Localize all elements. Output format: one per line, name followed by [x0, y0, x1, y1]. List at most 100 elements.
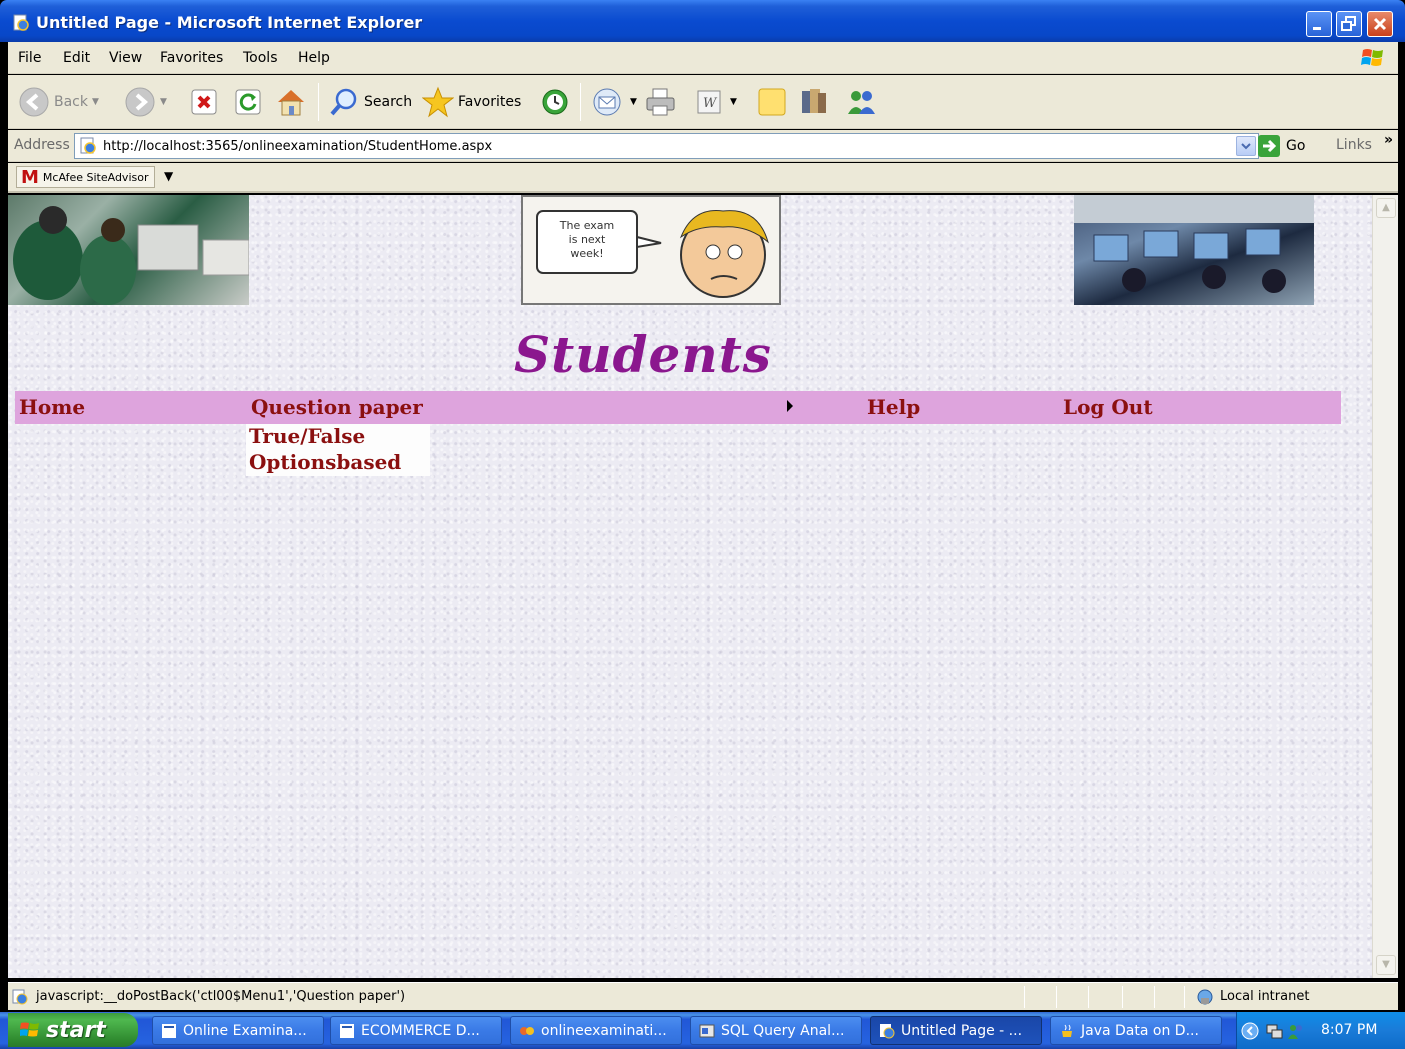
svg-text:W: W — [703, 96, 718, 111]
word-doc-icon — [162, 1024, 176, 1038]
status-bar: javascript:__doPostBack('ctl00$Menu1','Q… — [8, 982, 1398, 1010]
mail-icon — [593, 88, 621, 116]
task-label: onlineexaminati... — [541, 1022, 667, 1039]
search-button[interactable]: Search — [328, 85, 412, 119]
links-chevron-icon[interactable]: » — [1384, 132, 1393, 148]
clock: 8:07 PM — [1321, 1022, 1378, 1038]
back-arrow-icon — [19, 87, 49, 117]
taskbar: start Online Examina... ECOMMERCE D... o… — [0, 1012, 1405, 1049]
close-button[interactable] — [1367, 11, 1393, 37]
ie-page-icon — [13, 14, 29, 31]
menu-view[interactable]: View — [109, 50, 142, 66]
note-icon — [758, 88, 786, 116]
task-ecommerce[interactable]: ECOMMERCE D... — [330, 1016, 502, 1045]
nav-question-paper[interactable]: Question paper — [251, 395, 423, 419]
submenu-arrow-icon — [787, 400, 793, 412]
back-button[interactable]: Back ▼ — [18, 85, 99, 119]
page-heading: Students — [514, 325, 772, 384]
mcafee-label: McAfee SiteAdvisor — [42, 170, 149, 184]
forward-button[interactable]: ▼ — [124, 85, 167, 119]
task-online-examination[interactable]: Online Examina... — [152, 1016, 324, 1045]
chevron-down-icon — [1241, 143, 1251, 150]
menu-help[interactable]: Help — [298, 50, 330, 66]
restore-button[interactable] — [1336, 11, 1362, 37]
task-label: Online Examina... — [183, 1022, 307, 1039]
nav-logout[interactable]: Log Out — [1063, 395, 1153, 419]
tray-collapse-icon[interactable] — [1241, 1022, 1259, 1040]
exam-cartoon-image: The exam is next week! — [521, 195, 781, 305]
page-icon — [80, 137, 96, 154]
forward-arrow-icon — [125, 87, 155, 117]
menu-edit[interactable]: Edit — [63, 50, 90, 66]
home-icon — [278, 90, 304, 116]
task-java-data[interactable]: Java Data on D... — [1050, 1016, 1222, 1045]
nav-home[interactable]: Home — [19, 395, 85, 419]
research-button[interactable] — [798, 85, 830, 119]
sql-icon — [699, 1024, 715, 1038]
scroll-up-icon[interactable]: ▲ — [1376, 198, 1396, 218]
messenger-icon — [848, 91, 875, 114]
home-button[interactable] — [274, 85, 308, 119]
task-sql-query-analyzer[interactable]: SQL Query Anal... — [690, 1016, 862, 1045]
question-paper-submenu: True/False Optionsbased — [246, 424, 430, 476]
edit-dropdown-icon[interactable]: ▼ — [730, 97, 737, 107]
links-label[interactable]: Links — [1336, 137, 1372, 153]
status-text: javascript:__doPostBack('ctl00$Menu1','Q… — [36, 989, 406, 1004]
refresh-icon — [235, 89, 261, 115]
task-untitled-page[interactable]: Untitled Page - ... — [870, 1016, 1042, 1045]
menu-file[interactable]: File — [18, 50, 41, 66]
address-url[interactable]: http://localhost:3565/onlineexamination/… — [103, 139, 492, 154]
submenu-options-based[interactable]: Optionsbased — [246, 450, 430, 476]
minimize-button[interactable] — [1306, 11, 1332, 37]
menu-tools[interactable]: Tools — [243, 50, 278, 66]
search-icon — [330, 88, 357, 116]
address-dropdown-button[interactable] — [1236, 136, 1256, 156]
close-icon — [1373, 17, 1387, 31]
system-tray: 8:07 PM — [1236, 1012, 1405, 1049]
title-bar[interactable]: Untitled Page - Microsoft Internet Explo… — [0, 0, 1405, 42]
mail-button[interactable]: ▼ — [592, 85, 637, 119]
messenger-tray-icon[interactable] — [1287, 1022, 1305, 1040]
intranet-zone-icon — [1197, 989, 1213, 1005]
menu-favorites[interactable]: Favorites — [160, 50, 223, 66]
back-dropdown-icon[interactable]: ▼ — [92, 97, 99, 107]
security-zone-label: Local intranet — [1220, 989, 1310, 1004]
print-button[interactable] — [644, 85, 678, 119]
address-input[interactable]: http://localhost:3565/onlineexamination/… — [74, 133, 1259, 159]
history-button[interactable] — [538, 85, 570, 119]
mcafee-logo-icon: M — [21, 166, 39, 188]
restore-icon — [1341, 16, 1356, 31]
task-onlineexamination-vs[interactable]: onlineexaminati... — [510, 1016, 682, 1045]
discuss-button[interactable] — [756, 85, 788, 119]
mail-dropdown-icon[interactable]: ▼ — [630, 97, 637, 107]
windows-start-icon — [20, 1022, 39, 1037]
stop-button[interactable] — [190, 85, 218, 119]
scroll-down-icon[interactable]: ▼ — [1376, 955, 1396, 975]
svg-text:The exam: The exam — [559, 219, 615, 232]
submenu-true-false[interactable]: True/False — [246, 424, 430, 450]
go-button[interactable]: Go — [1258, 133, 1305, 159]
task-label: ECOMMERCE D... — [361, 1022, 480, 1039]
minimize-icon — [1313, 27, 1321, 30]
task-label: Java Data on D... — [1081, 1022, 1199, 1039]
mcafee-toolbar: M McAfee SiteAdvisor ▼ — [8, 163, 1398, 193]
refresh-button[interactable] — [234, 85, 262, 119]
menu-bar: File Edit View Favorites Tools Help — [8, 42, 1398, 74]
nav-help[interactable]: Help — [867, 395, 920, 419]
svg-text:week!: week! — [570, 247, 603, 260]
edit-word-button[interactable]: W ▼ — [696, 85, 737, 119]
messenger-button[interactable] — [844, 85, 878, 119]
mcafee-dropdown-icon[interactable]: ▼ — [164, 169, 173, 183]
go-arrow-icon — [1258, 135, 1280, 157]
go-label: Go — [1286, 138, 1306, 154]
word-doc-icon — [340, 1024, 354, 1038]
network-icon[interactable] — [1265, 1022, 1283, 1040]
search-label: Search — [364, 94, 413, 110]
forward-dropdown-icon[interactable]: ▼ — [160, 97, 167, 107]
research-icon — [802, 89, 826, 113]
mcafee-siteadvisor-button[interactable]: M McAfee SiteAdvisor — [16, 166, 156, 188]
start-button[interactable]: start — [8, 1013, 138, 1047]
favorites-button[interactable]: Favorites — [422, 85, 521, 119]
vertical-scrollbar[interactable]: ▲ ▼ — [1372, 195, 1398, 978]
standard-toolbar: Back ▼ ▼ Search Favorites ▼ W ▼ — [8, 75, 1398, 129]
